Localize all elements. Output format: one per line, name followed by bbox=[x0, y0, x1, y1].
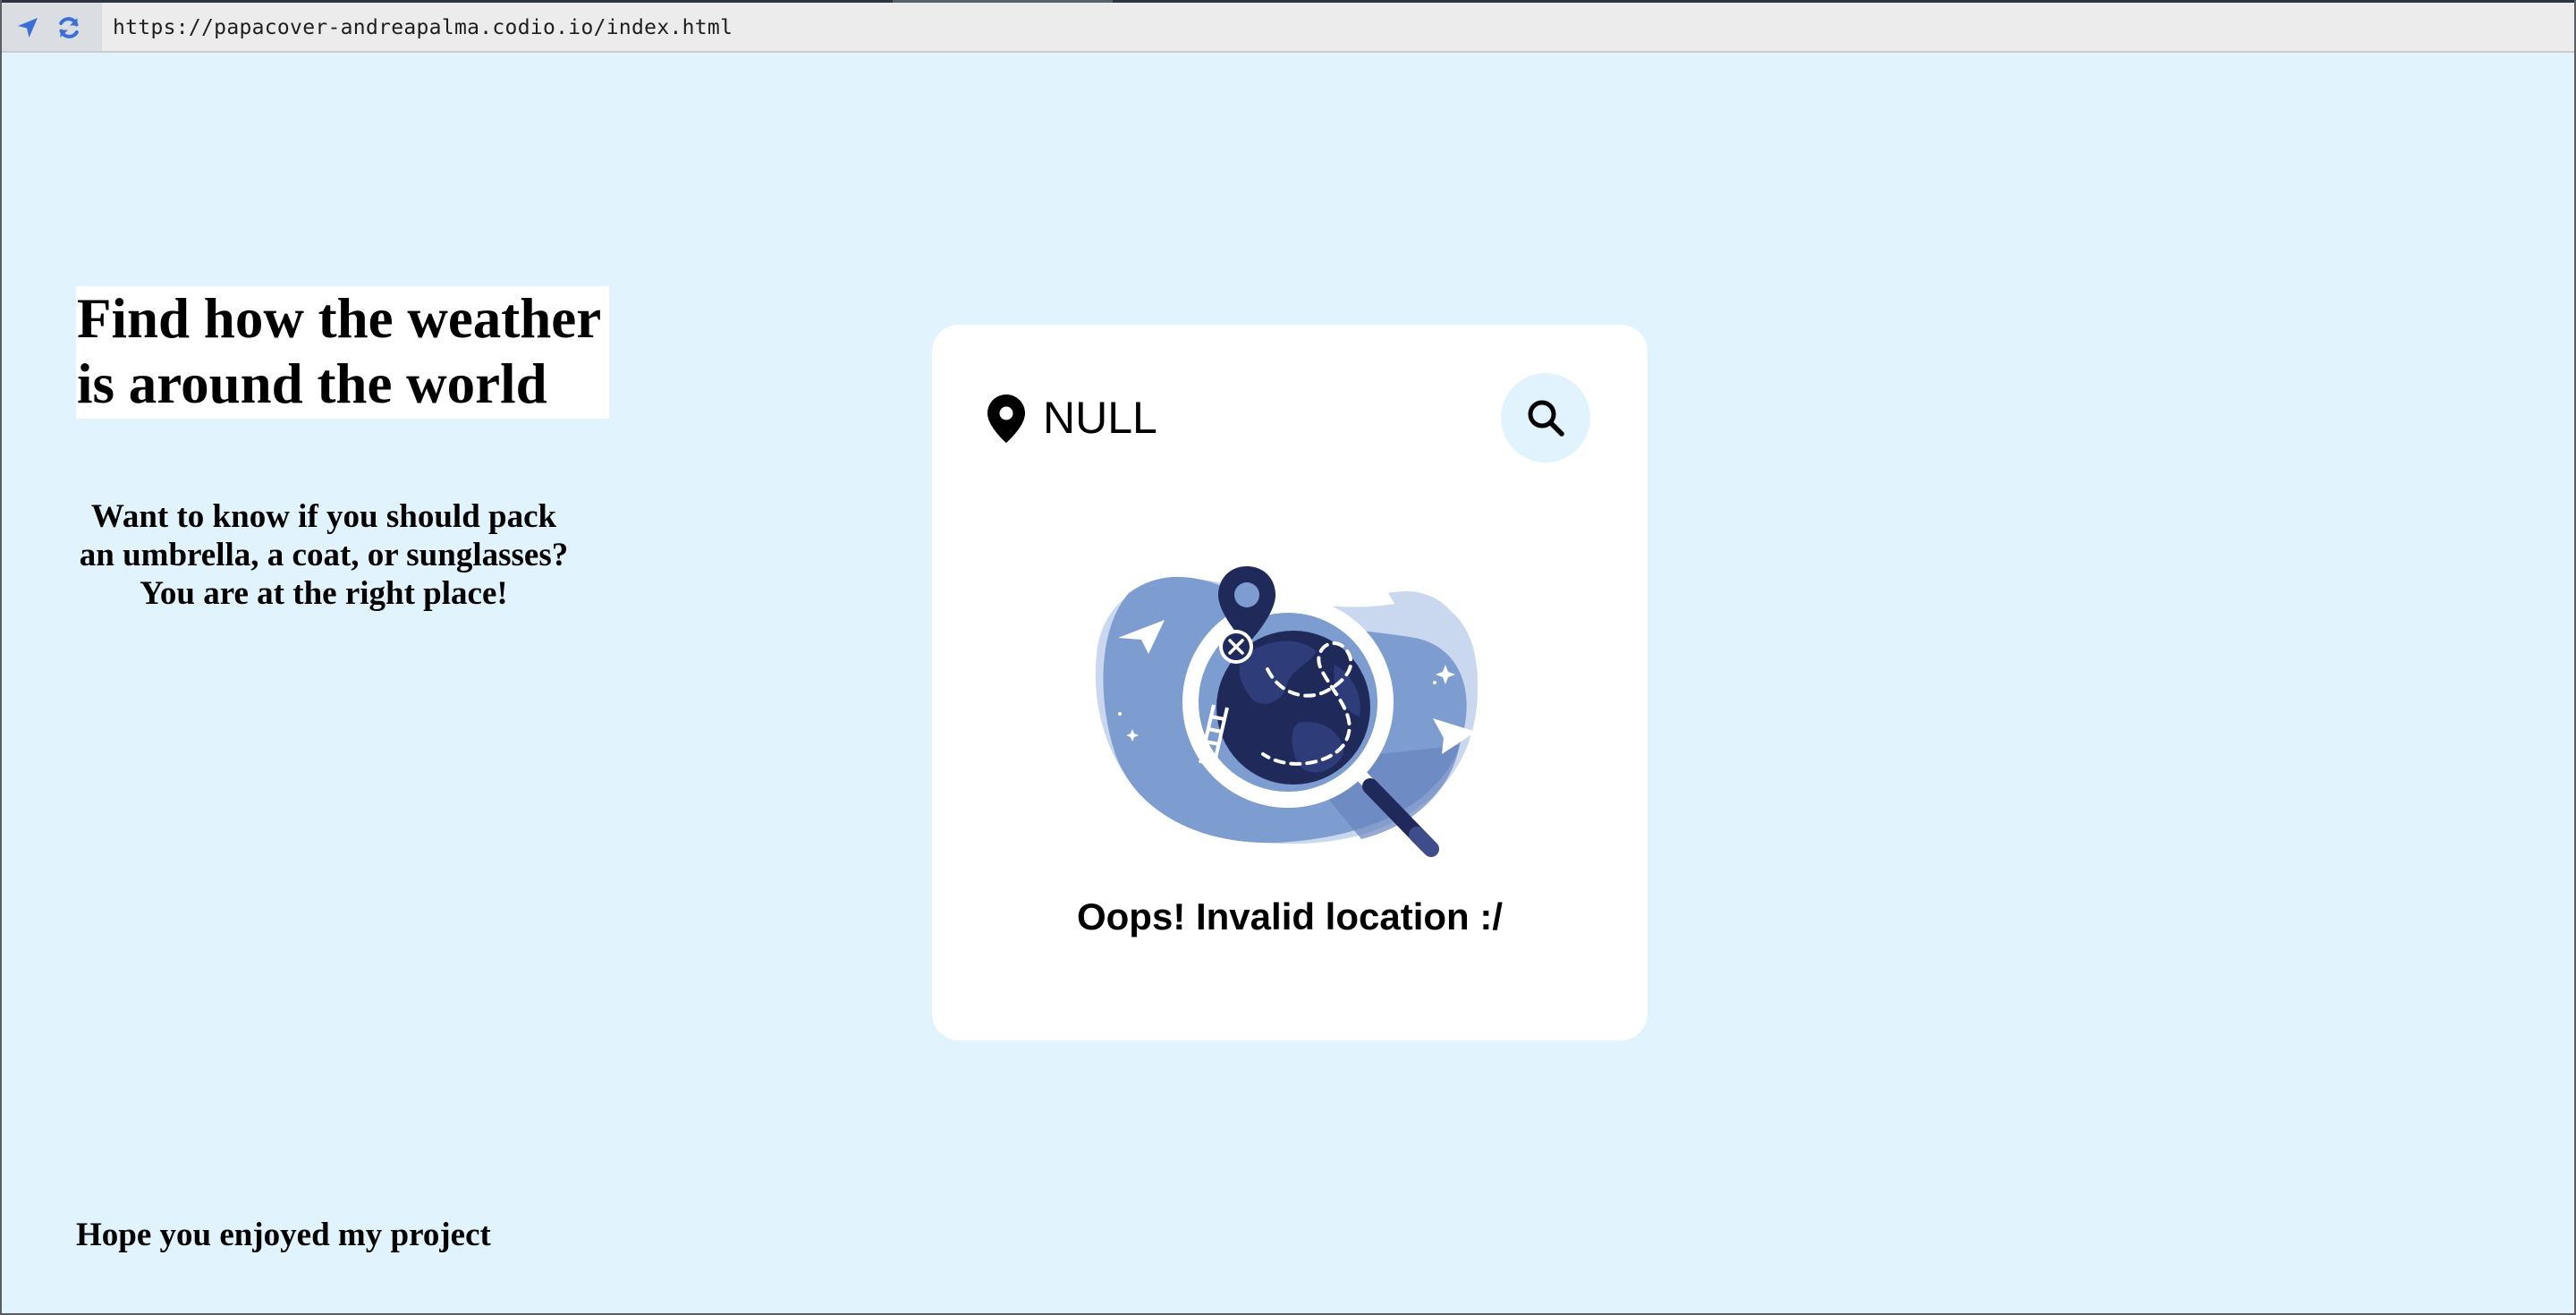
refresh-icon[interactable] bbox=[55, 14, 82, 41]
footer-note: Hope you enjoyed my project bbox=[76, 1217, 491, 1253]
location-input[interactable] bbox=[1043, 389, 1490, 446]
weather-card: Oops! Invalid location :/ bbox=[932, 325, 1648, 1040]
search-button[interactable] bbox=[1501, 373, 1590, 462]
address-url[interactable]: https://papacover-andreapalma.codio.io/i… bbox=[113, 16, 733, 39]
page-title-line-2: is around the world bbox=[77, 352, 547, 415]
browser-nav-buttons bbox=[2, 3, 102, 51]
search-icon bbox=[1528, 400, 1564, 437]
subtitle-line-2: an umbrella, a coat, or sunglasses? bbox=[79, 537, 569, 573]
page-title: Find how the weather is around the world bbox=[76, 286, 609, 419]
location-arrow-icon[interactable] bbox=[14, 14, 41, 41]
globe-magnifier-not-found-illustration bbox=[1075, 539, 1504, 861]
browser-address-bar: https://papacover-andreapalma.codio.io/i… bbox=[2, 3, 2574, 53]
map-pin-icon bbox=[986, 393, 1027, 445]
subtitle-line-1: Want to know if you should pack bbox=[90, 498, 557, 535]
subtitle-line-3: You are at the right place! bbox=[140, 575, 508, 612]
page-title-line-1: Find how the weather bbox=[77, 287, 602, 350]
page-subtitle: Want to know if you should pack an umbre… bbox=[64, 497, 583, 613]
error-message: Oops! Invalid location :/ bbox=[1076, 895, 1504, 937]
